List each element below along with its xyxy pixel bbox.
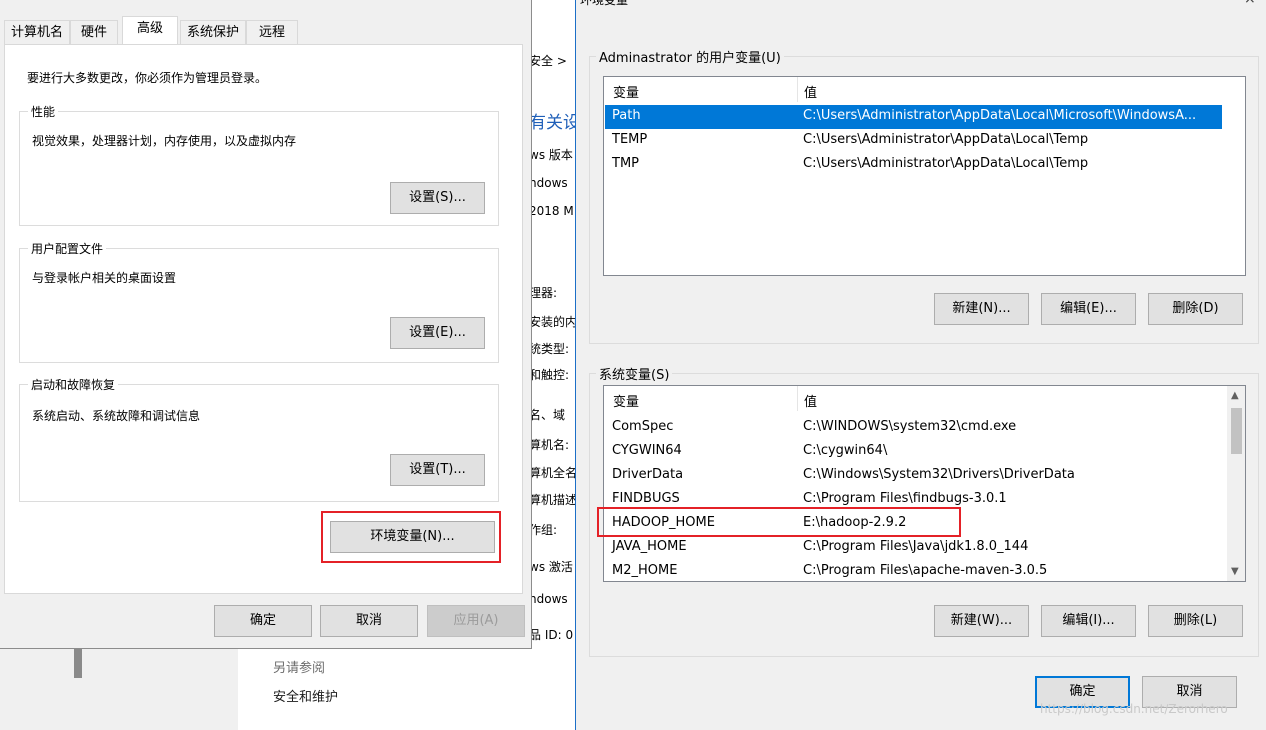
tab-computer-name[interactable]: 计算机名 xyxy=(4,20,70,44)
system-edit-button[interactable]: 编辑(I)... xyxy=(1041,605,1136,637)
system-variables-list[interactable]: 变量 值 ComSpec C:\WINDOWS\system32\cmd.exe C… xyxy=(603,385,1246,582)
startup-recovery-title: 启动和故障恢复 xyxy=(28,376,119,393)
highlight-box-env-button xyxy=(321,511,501,563)
user-new-button[interactable]: 新建(N)... xyxy=(934,293,1029,325)
column-header-value[interactable]: 值 xyxy=(804,82,817,101)
tab-advanced[interactable]: 高级 xyxy=(122,16,178,45)
table-row[interactable]: M2_HOME C:\Program Files\apache-maven-3.0… xyxy=(605,560,1225,581)
system-list-header: 变量 值 xyxy=(604,386,1245,411)
system-new-button[interactable]: 新建(W)... xyxy=(934,605,1029,637)
table-row[interactable]: ComSpec C:\WINDOWS\system32\cmd.exe xyxy=(605,416,1225,440)
apply-button[interactable]: 应用(A) xyxy=(427,605,525,637)
startup-recovery-settings-button[interactable]: 设置(T)... xyxy=(390,454,485,486)
user-variables-title: Adminastrator 的用户变量(U) xyxy=(596,47,784,66)
variable-name: JAVA_HOME xyxy=(612,539,687,554)
dialog-title: 环境变量 xyxy=(580,0,629,7)
variable-value: C:\Windows\System32\Drivers\DriverData xyxy=(803,467,1075,482)
highlight-box-hadoop-home xyxy=(597,507,961,537)
user-profiles-settings-button[interactable]: 设置(E)... xyxy=(390,317,485,349)
user-profiles-desc: 与登录帐户相关的桌面设置 xyxy=(32,271,177,285)
performance-desc: 视觉效果，处理器计划，内存使用，以及虚拟内存 xyxy=(32,134,297,148)
system-variables-title: 系统变量(S) xyxy=(596,364,673,383)
background-fragment: 安全 > xyxy=(529,54,567,68)
background-fragment: 理器: xyxy=(529,286,558,300)
user-profiles-title: 用户配置文件 xyxy=(28,240,107,257)
close-icon[interactable]: × xyxy=(1244,0,1256,7)
variable-name: M2_HOME xyxy=(612,563,678,578)
table-row[interactable]: TEMP C:\Users\Administrator\AppData\Local… xyxy=(605,129,1222,153)
variable-value: C:\Users\Administrator\AppData\Local\Tem… xyxy=(803,132,1089,147)
sidebar-scrollbar[interactable] xyxy=(74,648,82,678)
background-fragment: 作组: xyxy=(529,523,558,537)
background-fragment: 和触控: xyxy=(529,368,570,382)
user-edit-button[interactable]: 编辑(E)... xyxy=(1041,293,1136,325)
ok-button[interactable]: 确定 xyxy=(214,605,312,637)
system-delete-button[interactable]: 删除(L) xyxy=(1148,605,1243,637)
watermark: https://blog.csdn.net/Zerorhero xyxy=(1040,702,1228,716)
performance-group: 性能 视觉效果，处理器计划，内存使用，以及虚拟内存 设置(S)... xyxy=(19,103,499,226)
user-delete-button[interactable]: 删除(D) xyxy=(1148,293,1243,325)
variable-name: TEMP xyxy=(612,132,648,147)
background-fragment: ndows xyxy=(529,592,568,606)
tab-hardware[interactable]: 硬件 xyxy=(70,20,118,44)
variable-value: C:\Users\Administrator\AppData\Local\Tem… xyxy=(803,156,1089,171)
background-fragment: 算机全名 xyxy=(529,466,575,480)
background-fragment: 2018 M xyxy=(529,204,574,218)
variable-value: C:\Program Files\apache-maven-3.0.5 xyxy=(803,563,1048,578)
column-header-name[interactable]: 变量 xyxy=(613,391,639,410)
variable-name: ComSpec xyxy=(612,419,674,434)
table-row[interactable]: DriverData C:\Windows\System32\Drivers\Dr… xyxy=(605,464,1225,488)
background-fragment: 品 ID: 0 xyxy=(529,628,574,642)
user-variables-list[interactable]: 变量 值 Path C:\Users\Administrator\AppData\… xyxy=(603,76,1246,276)
background-fragment: 名、域 xyxy=(529,408,566,422)
startup-recovery-group: 启动和故障恢复 系统启动、系统故障和调试信息 设置(T)... xyxy=(19,376,499,502)
see-also-label: 另请参阅 xyxy=(273,661,326,676)
scroll-down-icon[interactable]: ▼ xyxy=(1231,566,1239,577)
background-fragment: ndows xyxy=(529,176,568,190)
user-profiles-group: 用户配置文件 与登录帐户相关的桌面设置 设置(E)... xyxy=(19,240,499,363)
table-row[interactable]: JAVA_HOME C:\Program Files\Java\jdk1.8.0_… xyxy=(605,536,1225,560)
variable-value: C:\cygwin64\ xyxy=(803,443,888,458)
tab-remote[interactable]: 远程 xyxy=(246,20,298,44)
variable-name: FINDBUGS xyxy=(612,491,680,506)
table-row[interactable]: CYGWIN64 C:\cygwin64\ xyxy=(605,440,1225,464)
scroll-up-icon[interactable]: ▲ xyxy=(1231,390,1239,401)
column-header-value[interactable]: 值 xyxy=(804,391,817,410)
admin-notice: 要进行大多数更改，你必须作为管理员登录。 xyxy=(27,71,268,85)
performance-title: 性能 xyxy=(28,103,59,120)
column-header-name[interactable]: 变量 xyxy=(613,82,639,101)
performance-settings-button[interactable]: 设置(S)... xyxy=(390,182,485,214)
cancel-button[interactable]: 取消 xyxy=(320,605,418,637)
background-fragment: 算机描述 xyxy=(529,493,575,507)
user-list-header: 变量 值 xyxy=(604,77,1245,102)
variable-value: C:\Users\Administrator\AppData\Local\Mic… xyxy=(803,108,1197,123)
background-fragment: 有关设 xyxy=(529,113,575,133)
variable-name: TMP xyxy=(612,156,639,171)
table-row[interactable]: TMP C:\Users\Administrator\AppData\Local\… xyxy=(605,153,1222,177)
background-fragment: 统类型: xyxy=(529,342,570,356)
system-properties-dialog: 计算机名 硬件 高级 系统保护 远程 要进行大多数更改，你必须作为管理员登录。 … xyxy=(0,0,532,649)
tab-row: 计算机名 硬件 高级 系统保护 远程 xyxy=(0,16,532,45)
sidebar-background xyxy=(0,648,238,730)
tab-system-protection[interactable]: 系统保护 xyxy=(180,20,246,44)
variable-name: Path xyxy=(612,108,641,123)
background-fragment: ws 版本 xyxy=(529,148,573,162)
variable-value: C:\Program Files\Java\jdk1.8.0_144 xyxy=(803,539,1029,554)
background-fragment: ws 激活 xyxy=(529,560,573,574)
variable-name: DriverData xyxy=(612,467,684,482)
variable-value: C:\Program Files\findbugs-3.0.1 xyxy=(803,491,1007,506)
variable-value: C:\WINDOWS\system32\cmd.exe xyxy=(803,419,1017,434)
startup-recovery-desc: 系统启动、系统故障和调试信息 xyxy=(32,409,201,423)
advanced-tab-page: 要进行大多数更改，你必须作为管理员登录。 性能 视觉效果，处理器计划，内存使用，… xyxy=(4,44,523,594)
table-row[interactable]: Path C:\Users\Administrator\AppData\Local… xyxy=(605,105,1222,129)
background-fragment: 安装的内 xyxy=(529,315,575,329)
scroll-thumb[interactable] xyxy=(1231,408,1242,454)
system-list-scrollbar[interactable]: ▲ ▼ xyxy=(1227,386,1245,581)
variable-name: CYGWIN64 xyxy=(612,443,682,458)
background-fragment: 算机名: xyxy=(529,438,570,452)
security-maintenance-link[interactable]: 安全和维护 xyxy=(273,686,338,705)
